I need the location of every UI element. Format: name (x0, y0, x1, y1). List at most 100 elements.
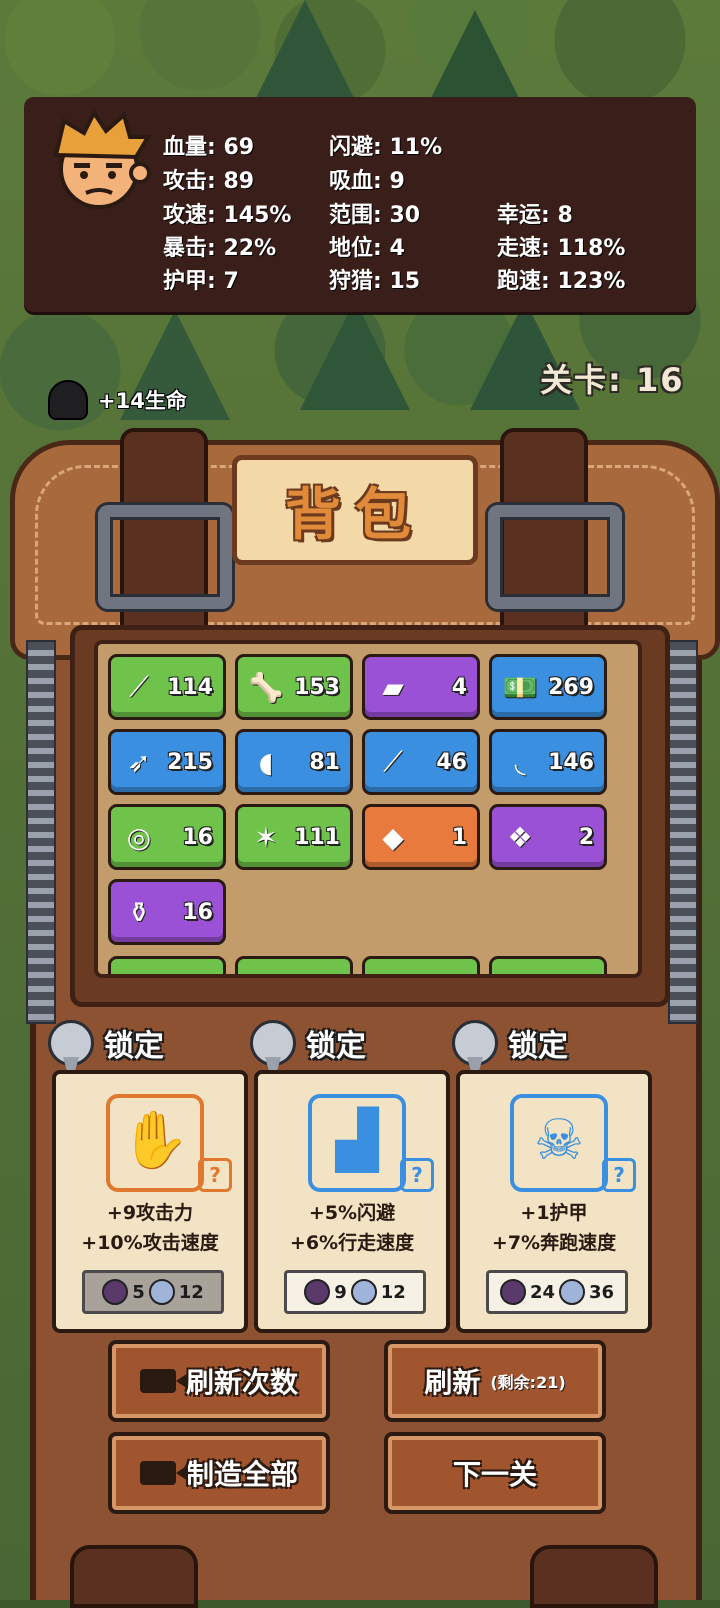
inventory-slot-partial[interactable] (489, 956, 607, 974)
stat-hp: 血量: 69 (163, 135, 255, 160)
character-stats-panel: 血量: 69 闪避: 11% 攻击: 89 吸血: 9 攻速: 145% 范围:… (24, 97, 696, 312)
refresh-label: 刷新 (424, 1366, 481, 1399)
potion-icon: ⚱ (127, 895, 151, 929)
info-icon[interactable]: ? (602, 1158, 636, 1192)
inventory-grid[interactable]: ⟋ 114 🦴 153 ▰ 4 💵 269 ➶ 215 ◖ 81 ⟋ 46 ◟ 146 ◎ 16… (94, 640, 642, 978)
inventory-slot-partial[interactable] (362, 956, 480, 974)
card-cost: 24 36 (486, 1270, 628, 1314)
ruby-icon: ◆ (382, 820, 404, 854)
inventory-slot[interactable]: ⟋ 46 (362, 729, 480, 795)
feather-icon: ➶ (127, 745, 151, 779)
item-count: 153 (294, 674, 340, 700)
tree (250, 0, 360, 110)
stick-icon: ⟋ (129, 670, 149, 703)
item-count: 2 (578, 824, 594, 850)
inventory-slot[interactable]: ◎ 16 (108, 804, 226, 870)
refresh-button[interactable]: 刷新 (剩余:21) (384, 1340, 606, 1422)
item-count: 16 (182, 899, 213, 925)
pin-icon (452, 1020, 498, 1085)
skull-ring-icon: ☠ (510, 1094, 608, 1192)
refresh-remaining-label: (剩余:21) (490, 1373, 566, 1392)
stat-attack-speed: 攻速: 145% (163, 203, 292, 228)
inventory-slot[interactable]: ❖ 2 (489, 804, 607, 870)
fang-icon: ⟋ (383, 745, 403, 778)
money-icon: 💵 (502, 670, 538, 704)
lock-toggle[interactable]: 锁定 (250, 1020, 366, 1085)
lock-toggle[interactable]: 锁定 (48, 1020, 164, 1085)
iron-ingot-icon: ▰ (382, 670, 404, 704)
card-effect-line1: +9攻击力 (106, 1202, 194, 1224)
craft-card[interactable]: ▟ ? +5%闪避 +6%行走速度 9 12 (254, 1070, 450, 1333)
leather-icon: ✶ (254, 820, 278, 854)
rope-icon: ◎ (126, 820, 152, 854)
stat-lifesteal: 吸血: 9 (329, 169, 405, 194)
stat-status: 地位: 4 (329, 236, 405, 261)
item-count: 269 (548, 674, 594, 700)
lock-toggle[interactable]: 锁定 (452, 1020, 568, 1085)
inventory-slot-partial[interactable] (108, 956, 226, 974)
inventory-slot[interactable]: ⟋ 114 (108, 654, 226, 720)
inventory-slot[interactable]: 🦴 153 (235, 654, 353, 720)
stat-run-speed: 跑速: 123% (497, 269, 626, 294)
inventory-slot[interactable]: ✶ 111 (235, 804, 353, 870)
boot-icon: ▟ (308, 1094, 406, 1192)
craft-all-label: 制造全部 (185, 1458, 298, 1491)
card-cost: 9 12 (284, 1270, 426, 1314)
inventory-slot[interactable]: ◟ 146 (489, 729, 607, 795)
craft-card[interactable]: ✋ ? +9攻击力 +10%攻击速度 5 12 (52, 1070, 248, 1333)
item-count: 114 (167, 674, 213, 700)
stat-armor: 护甲: 7 (163, 269, 239, 294)
item-count: 81 (309, 749, 340, 775)
stat-crit: 暴击: 22% (163, 236, 277, 261)
lock-label: 锁定 (306, 1029, 366, 1064)
backpack-title: 背包 (285, 483, 425, 548)
iron-ingot-icon (148, 1279, 175, 1305)
card-effect-line2: +10%攻击速度 (81, 1232, 219, 1254)
pin-icon (250, 1020, 296, 1085)
stat-luck: 幸运: 8 (497, 203, 573, 228)
refresh-count-button[interactable]: 刷新次数 (108, 1340, 330, 1422)
life-bonus-label: +14生命 (98, 389, 187, 413)
video-ad-icon (139, 1369, 188, 1393)
info-icon[interactable]: ? (198, 1158, 232, 1192)
craft-card[interactable]: ☠ ? +1护甲 +7%奔跑速度 24 36 (456, 1070, 652, 1333)
item-count: 215 (167, 749, 213, 775)
zipper-right (668, 640, 698, 1024)
card-effect-line1: +5%闪避 (308, 1202, 396, 1224)
inventory-slot[interactable]: ➶ 215 (108, 729, 226, 795)
leather-icon (559, 1279, 585, 1305)
claw-icon: ◟ (514, 745, 526, 779)
potion-icon (102, 1279, 129, 1305)
inventory-slot[interactable]: ◖ 81 (235, 729, 353, 795)
inventory-slot[interactable]: ▰ 4 (362, 654, 480, 720)
info-icon[interactable]: ? (400, 1158, 434, 1192)
stat-walk-speed: 走速: 118% (497, 236, 626, 261)
craft-all-button[interactable]: 制造全部 (108, 1432, 330, 1514)
character-avatar (53, 109, 152, 209)
stat-attack: 攻击: 89 (163, 169, 255, 194)
inventory-slot[interactable]: ◆ 1 (362, 804, 480, 870)
item-count: 146 (548, 749, 594, 775)
video-ad-icon (139, 1461, 188, 1485)
feather-icon (350, 1279, 377, 1305)
item-count: 111 (294, 824, 340, 850)
stat-dodge: 闪避: 11% (329, 135, 443, 160)
item-count: 16 (182, 824, 213, 850)
next-level-button[interactable]: 下一关 (384, 1432, 606, 1514)
card-effect-line1: +1护甲 (520, 1202, 588, 1224)
cost-amount: 9 (334, 1281, 347, 1303)
inventory-slot[interactable]: 💵 269 (489, 654, 607, 720)
cost-amount: 36 (589, 1281, 615, 1303)
card-effect-line2: +6%行走速度 (289, 1232, 415, 1254)
inventory-slot-partial[interactable] (235, 956, 353, 974)
cost-amount: 12 (178, 1281, 204, 1303)
card-effect-line2: +7%奔跑速度 (491, 1232, 617, 1254)
buckle-icon (488, 505, 622, 609)
stat-range: 范围: 30 (329, 203, 421, 228)
stat-hunting: 狩猎: 15 (329, 269, 421, 294)
tooth-icon (499, 1279, 526, 1305)
item-count: 46 (436, 749, 467, 775)
inventory-slot[interactable]: ⚱ 16 (108, 879, 226, 945)
lock-label: 锁定 (508, 1029, 568, 1064)
refresh-count-label: 刷新次数 (185, 1366, 298, 1399)
